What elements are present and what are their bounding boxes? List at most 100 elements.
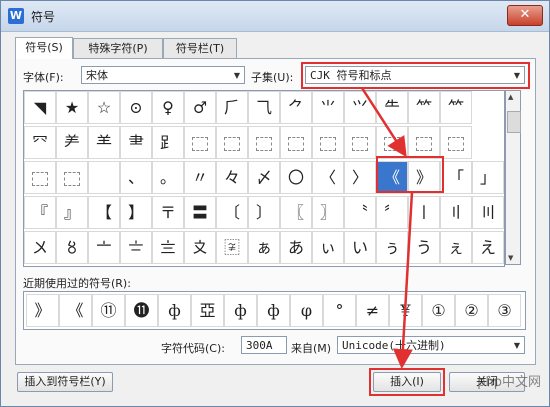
symbol-cell[interactable]: ⊙	[120, 91, 152, 124]
symbol-cell[interactable]: ⺶	[56, 126, 88, 159]
symbol-cell[interactable]: 、	[120, 161, 152, 194]
symbol-cell[interactable]: ◥	[24, 91, 56, 124]
scroll-thumb[interactable]	[507, 111, 521, 133]
symbol-cell[interactable]	[56, 161, 88, 194]
symbol-cell[interactable]	[376, 126, 408, 159]
insert-to-symbol-bar-button[interactable]: 插入到符号栏(Y)	[17, 372, 113, 392]
symbol-cell[interactable]: ☆	[88, 91, 120, 124]
symbol-cell[interactable]: 〇	[280, 161, 312, 194]
symbol-cell[interactable]: 〤	[24, 231, 56, 264]
from-select[interactable]: Unicode(十六进制) ▼	[337, 336, 525, 354]
scroll-up-icon[interactable]: ▲	[508, 93, 513, 101]
symbol-cell[interactable]: ♂	[184, 91, 216, 124]
close-window-button[interactable]: ✕	[507, 5, 543, 26]
symbol-cell[interactable]: 】	[120, 196, 152, 229]
recent-symbol-cell[interactable]: ③	[488, 294, 521, 327]
recent-symbol-cell[interactable]: ф	[158, 294, 191, 327]
symbol-cell[interactable]: い	[344, 231, 376, 264]
symbol-cell[interactable]: 【	[88, 196, 120, 229]
symbol-cell[interactable]: 「	[440, 161, 472, 194]
symbol-cell[interactable]: 〨	[152, 231, 184, 264]
symbol-cell[interactable]: ⺧	[376, 91, 408, 124]
scroll-down-icon[interactable]: ▼	[508, 254, 513, 262]
recent-symbol-cell[interactable]: ①	[422, 294, 455, 327]
symbol-cell[interactable]: ⺻	[120, 126, 152, 159]
symbol-cell[interactable]: ⺌	[312, 91, 344, 124]
symbol-cell[interactable]: 〩	[184, 231, 216, 264]
symbol-cell[interactable]: ⺮	[408, 91, 440, 124]
symbol-cell[interactable]: ⻊	[152, 126, 184, 159]
symbol-cell[interactable]: 〆	[248, 161, 280, 194]
placeholder-glyph-icon	[192, 136, 208, 151]
symbol-cell[interactable]: 〕	[248, 196, 280, 229]
recent-symbol-cell[interactable]: ф	[257, 294, 290, 327]
grid-scrollbar[interactable]: ▲ ▼	[505, 90, 521, 265]
tab-symbols[interactable]: 符号(S)	[15, 37, 73, 59]
symbol-cell[interactable]: 〞	[376, 196, 408, 229]
symbol-cell[interactable]	[280, 126, 312, 159]
symbol-cell[interactable]: 。	[152, 161, 184, 194]
symbol-cell[interactable]: ⺁	[216, 91, 248, 124]
recent-symbol-cell[interactable]: ⓫	[125, 294, 158, 327]
symbol-cell[interactable]	[344, 126, 376, 159]
recent-symbol-cell[interactable]: ≠	[356, 294, 389, 327]
symbol-cell[interactable]: 〝	[344, 196, 376, 229]
symbol-cell[interactable]: 〥	[56, 231, 88, 264]
symbol-cell[interactable]	[88, 161, 120, 194]
symbol-cell[interactable]: ⺄	[248, 91, 280, 124]
recent-symbol-cell[interactable]: 亞	[191, 294, 224, 327]
symbol-cell[interactable]: 〓	[184, 196, 216, 229]
symbol-cell[interactable]: ぁ	[248, 231, 280, 264]
recent-symbol-cell[interactable]: φ	[290, 294, 323, 327]
char-code-input[interactable]: 300A	[241, 336, 287, 354]
symbol-cell[interactable]: 〧	[120, 231, 152, 264]
symbol-cell[interactable]: 『	[24, 196, 56, 229]
recent-symbol-cell[interactable]: 》	[26, 294, 59, 327]
recent-symbol-cell[interactable]: ②	[455, 294, 488, 327]
recent-symbol-cell[interactable]: °	[323, 294, 356, 327]
tab-special-chars[interactable]: 特殊字符(P)	[73, 38, 163, 58]
font-select[interactable]: 宋体 ▼	[81, 66, 245, 84]
symbol-cell[interactable]: ♀	[152, 91, 184, 124]
recent-symbol-cell[interactable]: ⑪	[92, 294, 125, 327]
symbol-cell[interactable]: 〾	[216, 231, 248, 264]
recent-symbol-cell[interactable]: ф	[224, 294, 257, 327]
symbol-cell[interactable]: 〢	[440, 196, 472, 229]
symbol-cell[interactable]: 〖	[280, 196, 312, 229]
symbol-cell[interactable]: 〔	[216, 196, 248, 229]
symbol-cell[interactable]: 」	[472, 161, 504, 194]
symbol-cell[interactable]	[408, 126, 440, 159]
symbol-cell[interactable]: ⺷	[88, 126, 120, 159]
symbol-cell[interactable]: ⺍	[344, 91, 376, 124]
symbol-cell[interactable]: 〣	[472, 196, 504, 229]
symbol-cell[interactable]	[216, 126, 248, 159]
symbol-cell[interactable]	[248, 126, 280, 159]
symbol-cell[interactable]: ぅ	[376, 231, 408, 264]
symbol-cell[interactable]	[24, 161, 56, 194]
symbol-cell[interactable]: 〡	[408, 196, 440, 229]
symbol-cell[interactable]: 〉	[344, 161, 376, 194]
placeholder-glyph-icon	[384, 136, 400, 151]
symbol-cell[interactable]: ⺳	[24, 126, 56, 159]
recent-symbol-cell[interactable]: 《	[59, 294, 92, 327]
symbol-cell[interactable]: ★	[56, 91, 88, 124]
symbol-cell[interactable]: 々	[216, 161, 248, 194]
symbol-cell[interactable]: ⺈	[280, 91, 312, 124]
symbol-cell[interactable]: あ	[280, 231, 312, 264]
symbol-cell[interactable]: 〗	[312, 196, 344, 229]
symbol-cell[interactable]: え	[472, 231, 504, 264]
tab-symbol-bar[interactable]: 符号栏(T)	[163, 38, 237, 58]
symbol-cell[interactable]: 〦	[88, 231, 120, 264]
symbol-cell[interactable]	[184, 126, 216, 159]
symbol-cell[interactable]: 〒	[152, 196, 184, 229]
symbol-cell[interactable]: ぇ	[440, 231, 472, 264]
symbol-cell[interactable]: ぃ	[312, 231, 344, 264]
symbol-cell[interactable]	[312, 126, 344, 159]
symbol-cell[interactable]: 〈	[312, 161, 344, 194]
symbol-cell[interactable]	[440, 126, 472, 159]
symbol-cell[interactable]: う	[408, 231, 440, 264]
symbol-cell[interactable]: 』	[56, 196, 88, 229]
symbol-cell[interactable]: ⺮	[440, 91, 472, 124]
symbol-cell[interactable]: 〃	[184, 161, 216, 194]
recent-symbol-cell[interactable]: ¥	[389, 294, 422, 327]
